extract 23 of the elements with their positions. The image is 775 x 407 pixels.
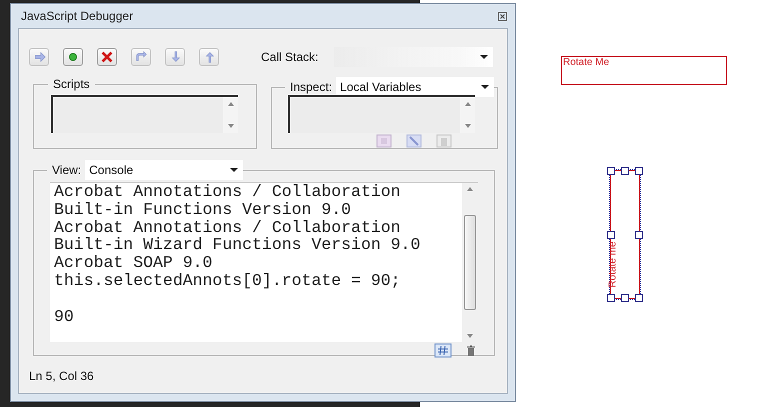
text-annotation[interactable]: Rotate Me (561, 56, 727, 85)
inspect-dropdown[interactable]: Local Variables (336, 77, 494, 97)
scrollbar[interactable] (223, 97, 238, 133)
console-output[interactable]: Acrobat Annotations / Collaboration Built-in Functions Version 9.0 Acrobat Annotations / Collaboration Built-in Wizard Functions Version 9.0 Acrobat SOAP 9.0 this.selectedAnnots[0].rotate = 90; 90 (50, 182, 478, 342)
inspect-label: Inspect: (290, 80, 332, 94)
view-label: View: (52, 163, 82, 177)
scrollbar[interactable] (462, 183, 478, 342)
scripts-list[interactable] (51, 95, 238, 133)
variables-list[interactable] (288, 95, 475, 133)
text-annotation[interactable]: Rotate me (610, 170, 640, 299)
call-stack-label: Call Stack: (261, 50, 318, 64)
status-text: Ln 5, Col 36 (29, 369, 94, 383)
scrollbar[interactable] (460, 97, 475, 133)
console-text: Acrobat Annotations / Collaboration Built-in Functions Version 9.0 Acrobat Annotations / Collaboration Built-in Wizard Functions Version 9.0 Acrobat SOAP 9.0 this.selectedAnnots[0].rotate = 90; 90 (53, 183, 422, 326)
close-button[interactable] (496, 10, 508, 22)
cross-icon (99, 49, 115, 65)
annotation-text: Rotate me (608, 241, 619, 288)
hash-icon[interactable] (434, 343, 452, 358)
window-title: JavaScript Debugger (20, 9, 134, 23)
quit-button[interactable] (97, 48, 117, 66)
scripts-label: Scripts (53, 77, 90, 91)
view-dropdown[interactable]: Console (85, 160, 244, 180)
break-button[interactable] (63, 48, 83, 66)
